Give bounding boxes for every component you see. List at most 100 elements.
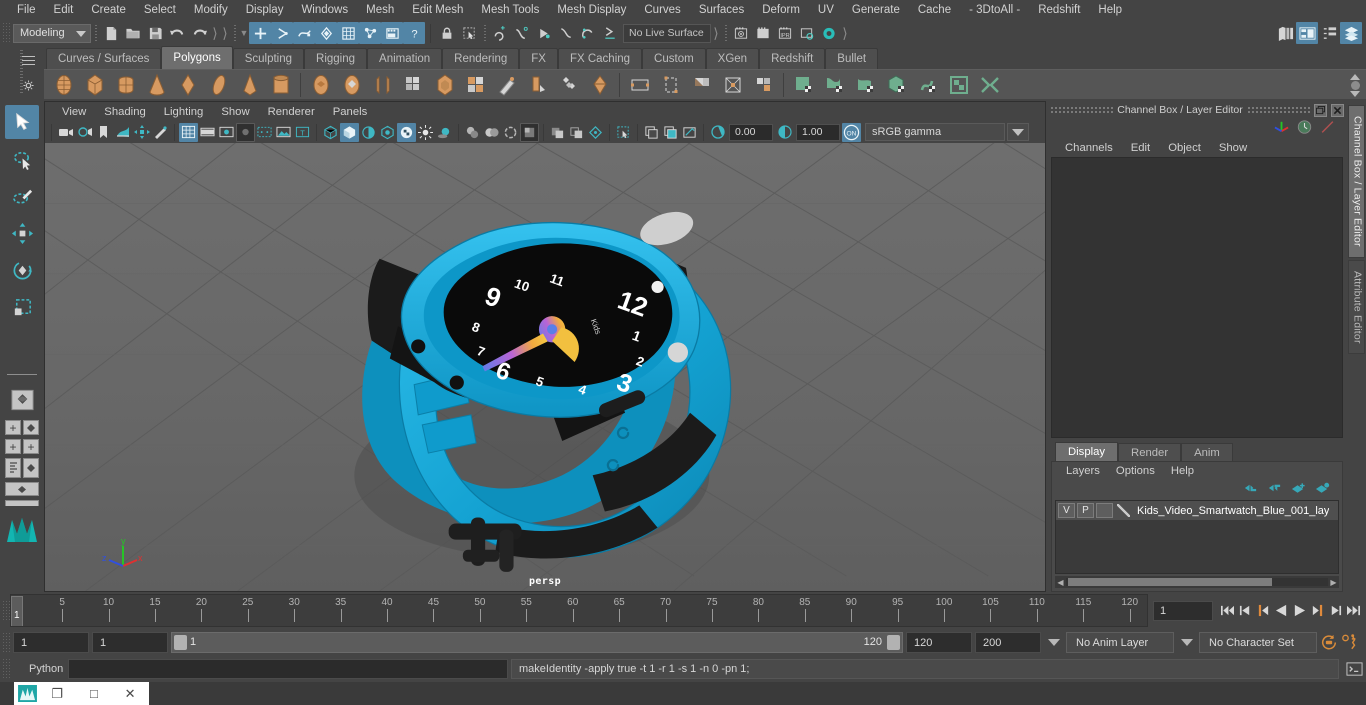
tool-settings-toggle-icon[interactable] [1318,22,1340,44]
shelf-tab-rendering[interactable]: Rendering [442,48,520,69]
step-back-frame-icon[interactable] [1254,600,1272,622]
shelf-tab-fx[interactable]: FX [519,48,558,69]
menu-generate[interactable]: Generate [843,0,909,20]
viewport-menu-shading[interactable]: Shading [95,106,154,118]
select-tool[interactable] [5,105,39,139]
channel-box-menu-show[interactable]: Show [1210,142,1256,154]
range-slider-grip[interactable] [2,631,10,654]
channel-box-menu-object[interactable]: Object [1159,142,1210,154]
dock-tab-channel-box[interactable]: Channel Box / Layer Editor [1347,105,1365,258]
uv-cut-sew-icon[interactable] [974,71,1005,99]
last-tool-used[interactable] [5,327,39,361]
slash-icon[interactable] [1319,119,1336,138]
poly-smooth-icon[interactable] [655,71,686,99]
paint-select-tool[interactable] [5,179,39,213]
viewport-menu-lighting[interactable]: Lighting [155,106,213,118]
shelf-tab-animation[interactable]: Animation [367,48,443,69]
poly-gear-icon[interactable] [429,71,460,99]
save-scene-icon[interactable] [144,22,166,44]
poly-pyramid-icon[interactable] [234,71,265,99]
command-input[interactable] [68,659,508,679]
menu-mesh[interactable]: Mesh [357,0,403,20]
xray-active-components-icon[interactable] [586,123,605,142]
depth-of-field-icon[interactable] [501,123,520,142]
menu-set-selector[interactable]: Modeling [13,23,91,43]
show-hide-editors-icon[interactable] [1274,22,1296,44]
ipr-render-icon[interactable]: IPR [774,22,796,44]
anim-layer-dropdown-icon[interactable] [1044,632,1063,653]
scale-tool[interactable] [5,290,39,324]
auto-key-icon[interactable] [1320,632,1338,654]
gate-mask-icon[interactable] [236,122,255,142]
layer-list[interactable]: V P Kids_Video_Smartwatch_Blue_001_lay [1055,500,1339,574]
gamma-control-icon[interactable] [775,123,794,142]
select-handle-icon[interactable] [315,22,337,44]
attribute-editor-toggle-icon[interactable] [1296,22,1318,44]
layer-playback-toggle[interactable]: P [1077,503,1094,518]
viewport-menu-view[interactable]: View [53,106,95,118]
title-safe-icon[interactable]: T [293,123,312,142]
range-start-handle[interactable] [174,635,187,650]
poly-extrude-icon[interactable] [522,71,553,99]
maximize-window[interactable]: □ [77,682,112,705]
menu-modify[interactable]: Modify [185,0,237,20]
uv-unfold-icon[interactable] [912,71,943,99]
snap-live-icon[interactable] [599,22,621,44]
hardware-texturing-icon[interactable] [378,123,397,142]
lock-icon[interactable] [436,22,458,44]
layer-row[interactable]: V P Kids_Video_Smartwatch_Blue_001_lay [1056,501,1338,520]
bookmark-icon[interactable] [94,123,113,142]
exposure-value-field[interactable]: 0.00 [729,123,773,141]
image-plane-icon[interactable] [113,123,132,142]
play-backwards-icon[interactable] [1272,600,1290,622]
live-surface-field[interactable]: No Live Surface [623,23,711,43]
redo-icon[interactable] [188,22,210,44]
gamma-value-field[interactable]: 1.00 [796,123,840,141]
shelf-tab-rigging[interactable]: Rigging [304,48,368,69]
poly-bevel-icon[interactable] [553,71,584,99]
snap-point-icon[interactable] [533,22,555,44]
hypershade-icon[interactable] [818,22,840,44]
grid-toggle-icon[interactable] [179,122,198,142]
tab-render[interactable]: Render [1118,443,1182,461]
viewport-menu-panels[interactable]: Panels [324,106,377,118]
poly-cube-icon[interactable] [79,71,110,99]
snap-curve-icon[interactable] [511,22,533,44]
shelf-tab-sculpting[interactable]: Sculpting [232,48,305,69]
film-gate-icon[interactable] [198,123,217,142]
move-layer-down-icon[interactable] [1267,482,1282,497]
quick-layout-two-pane-h[interactable]: + [5,439,21,454]
layer-menu-options[interactable]: Options [1108,465,1163,477]
poly-combine-icon[interactable] [460,71,491,99]
render-current-frame-icon[interactable] [730,22,752,44]
resolution-gate-icon[interactable] [217,123,236,142]
lighting-toggle-icon[interactable] [416,123,435,142]
playback-end-time-field[interactable]: 120 [906,632,972,653]
move-tool[interactable] [5,216,39,250]
layer-menu-help[interactable]: Help [1163,465,1202,477]
channel-box-menu-edit[interactable]: Edit [1122,142,1159,154]
open-scene-icon[interactable] [122,22,144,44]
lasso-select-tool[interactable] [5,142,39,176]
menu-windows[interactable]: Windows [292,0,357,20]
range-slider[interactable]: 1 120 [171,632,903,653]
poly-prism-icon[interactable] [367,71,398,99]
viewport-menu-show[interactable]: Show [212,106,258,118]
go-to-start-icon[interactable] [1218,600,1236,622]
color-space-dropdown-icon[interactable] [1007,123,1029,141]
layer-visibility-toggle[interactable]: V [1058,503,1075,518]
poly-helix-icon[interactable] [398,71,429,99]
command-line-grip[interactable] [2,658,10,680]
poly-mirror-icon[interactable] [686,71,717,99]
animation-preferences-icon[interactable] [1341,632,1359,654]
uv-auto-icon[interactable] [819,71,850,99]
step-back-keyframe-icon[interactable] [1236,600,1254,622]
menu-edit[interactable]: Edit [45,0,83,20]
quick-layout-single-perspective[interactable] [5,383,39,417]
dock-tab-attribute-editor[interactable]: Attribute Editor [1347,259,1365,355]
select-by-hierarchy-icon[interactable] [249,22,271,44]
go-to-end-icon[interactable] [1344,600,1362,622]
menu-create[interactable]: Create [82,0,135,20]
screen-space-ao-icon[interactable] [463,123,482,142]
motion-blur-icon[interactable] [482,123,501,142]
